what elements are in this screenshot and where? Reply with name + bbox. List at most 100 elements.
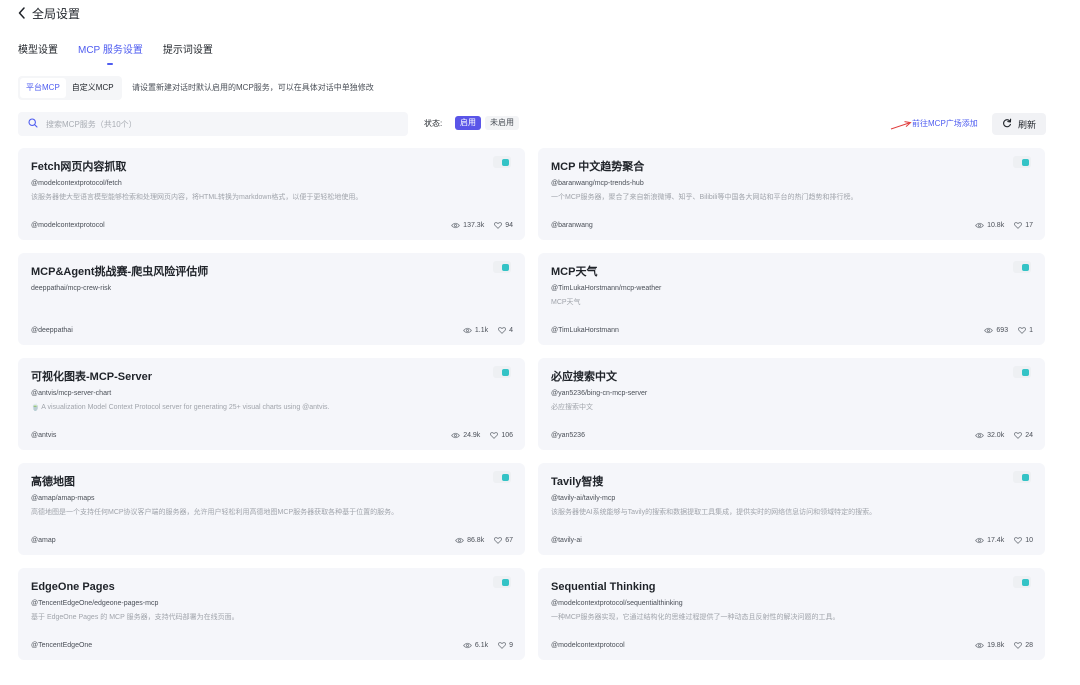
- enable-toggle[interactable]: [1013, 156, 1031, 168]
- heart-icon: [494, 222, 503, 229]
- views-count: 10.8k: [987, 222, 1005, 229]
- tab-mcp-settings[interactable]: MCP 服务设置: [78, 44, 143, 65]
- tab-model-settings[interactable]: 模型设置: [18, 44, 58, 58]
- goto-mcp-square-link[interactable]: 前往MCP广场添加: [912, 119, 978, 129]
- card-title: MCP 中文趋势聚合: [551, 161, 645, 173]
- likes-count: 9: [509, 642, 513, 649]
- likes-count: 106: [501, 432, 513, 439]
- mcp-service-card[interactable]: MCP&Agent挑战赛-爬虫风险评估师 deeppathai/mcp-crew…: [18, 253, 525, 345]
- likes-stat: 10: [1014, 536, 1033, 545]
- chevron-left-icon: [18, 7, 26, 19]
- views-count: 86.8k: [467, 537, 485, 544]
- mcp-source-segmented: 平台MCP 自定义MCP: [18, 76, 122, 100]
- views-count: 24.9k: [463, 432, 481, 439]
- mcp-service-card[interactable]: MCP 中文趋势聚合 @baranwang/mcp-trends-hub 一个M…: [538, 148, 1045, 240]
- status-disabled-chip[interactable]: 未启用: [485, 116, 519, 130]
- card-description: MCP天气: [551, 299, 581, 306]
- toggle-knob: [1022, 158, 1029, 166]
- mcp-service-card[interactable]: Sequential Thinking @modelcontextprotoco…: [538, 568, 1045, 660]
- card-description: 一种MCP服务器实现，它通过结构化的思维过程提供了一种动态且反射性的解决问题的工…: [551, 614, 840, 621]
- views-count: 693: [996, 327, 1009, 334]
- mcp-service-card[interactable]: Tavily智搜 @tavily-ai/tavily-mcp 该服务器使AI系统…: [538, 463, 1045, 555]
- eye-icon: [455, 537, 465, 544]
- card-title: 可视化图表-MCP-Server: [31, 371, 153, 383]
- page-title: 全局设置: [32, 6, 81, 21]
- toggle-knob: [502, 578, 509, 586]
- card-author: @tavily-ai: [551, 537, 582, 544]
- mcp-service-card[interactable]: MCP天气 @TimLukaHorstmann/mcp-weather MCP天…: [538, 253, 1045, 345]
- card-description: 该服务器使大型语言模型能够检索和处理网页内容，将HTML转换为markdown格…: [31, 194, 363, 201]
- back-button[interactable]: 全局设置: [18, 5, 80, 21]
- tab-mcp-settings-label: MCP 服务设置: [78, 45, 143, 56]
- heart-icon: [498, 327, 507, 334]
- views-stat: 32.0k: [975, 431, 1004, 440]
- views-stat: 86.8k: [455, 536, 484, 545]
- likes-stat: 106: [490, 431, 513, 440]
- subtab-platform-mcp[interactable]: 平台MCP: [20, 78, 66, 98]
- card-author: @baranwang: [551, 222, 593, 229]
- likes-count: 24: [1025, 432, 1033, 439]
- card-package-id: @modelcontextprotocol/fetch: [31, 180, 122, 187]
- card-package-id: @amap/amap-maps: [31, 495, 95, 502]
- tab-prompt-settings[interactable]: 提示词设置: [163, 44, 213, 58]
- mcp-service-card[interactable]: EdgeOne Pages @TencentEdgeOne/edgeone-pa…: [18, 568, 525, 660]
- card-title: MCP&Agent挑战赛-爬虫风险评估师: [31, 266, 209, 278]
- heart-icon: [1014, 537, 1023, 544]
- enable-toggle[interactable]: [493, 261, 511, 273]
- enable-toggle[interactable]: [1013, 576, 1031, 588]
- subtab-custom-mcp[interactable]: 自定义MCP: [66, 78, 120, 98]
- mcp-service-card[interactable]: 必应搜索中文 @yan5236/bing-cn-mcp-server 必应搜索中…: [538, 358, 1045, 450]
- refresh-icon: [1002, 118, 1012, 130]
- likes-count: 94: [505, 222, 513, 229]
- likes-count: 17: [1025, 222, 1033, 229]
- mcp-service-card[interactable]: 可视化图表-MCP-Server @antvis/mcp-server-char…: [18, 358, 525, 450]
- card-description: 基于 EdgeOne Pages 的 MCP 服务器，支持代码部署为在线页面。: [31, 614, 239, 621]
- search-input[interactable]: [46, 119, 376, 129]
- views-stat: 6.1k: [462, 641, 489, 650]
- heart-icon: [490, 432, 499, 439]
- card-author: @antvis: [31, 432, 57, 439]
- card-stats: 19.8k 28: [975, 641, 1033, 650]
- mcp-default-hint: 请设置新建对话时默认启用的MCP服务，可以在具体对话中单独修改: [132, 83, 374, 92]
- toggle-knob: [1022, 368, 1029, 376]
- heart-icon: [1014, 642, 1023, 649]
- enable-toggle[interactable]: [1013, 261, 1031, 273]
- toggle-knob: [1022, 473, 1029, 481]
- views-count: 19.8k: [987, 642, 1005, 649]
- enable-toggle[interactable]: [1013, 471, 1031, 483]
- mcp-service-grid: Fetch网页内容抓取 @modelcontextprotocol/fetch …: [18, 148, 1045, 660]
- likes-count: 4: [509, 327, 513, 334]
- card-package-id: @TencentEdgeOne/edgeone-pages-mcp: [31, 600, 159, 607]
- views-stat: 137.3k: [451, 221, 484, 230]
- enable-toggle[interactable]: [493, 366, 511, 378]
- card-title: MCP天气: [551, 266, 598, 278]
- refresh-button[interactable]: 刷新: [992, 113, 1046, 135]
- toggle-knob: [1022, 263, 1029, 271]
- enable-toggle[interactable]: [493, 156, 511, 168]
- heart-icon: [1014, 222, 1023, 229]
- mcp-service-card[interactable]: Fetch网页内容抓取 @modelcontextprotocol/fetch …: [18, 148, 525, 240]
- toggle-knob: [502, 158, 509, 166]
- card-stats: 86.8k 67: [455, 536, 513, 545]
- likes-count: 1: [1029, 327, 1033, 334]
- card-title: 必应搜索中文: [551, 371, 617, 383]
- views-count: 6.1k: [474, 642, 489, 649]
- settings-tabs: 模型设置 MCP 服务设置 提示词设置: [18, 44, 213, 65]
- card-package-id: @tavily-ai/tavily-mcp: [551, 495, 616, 502]
- card-author: @modelcontextprotocol: [551, 642, 625, 649]
- heart-icon: [1014, 432, 1023, 439]
- card-stats: 137.3k 94: [451, 221, 513, 230]
- views-stat: 19.8k: [975, 641, 1004, 650]
- status-enabled-chip[interactable]: 启用: [455, 116, 481, 130]
- mcp-service-card[interactable]: 高德地图 @amap/amap-maps 高德地图是一个支持任何MCP协议客户端…: [18, 463, 525, 555]
- likes-count: 67: [505, 537, 513, 544]
- card-package-id: deeppathai/mcp-crew-risk: [31, 285, 112, 292]
- eye-icon: [975, 537, 985, 544]
- views-count: 1.1k: [474, 327, 489, 334]
- enable-toggle[interactable]: [493, 471, 511, 483]
- card-author: @amap: [31, 537, 56, 544]
- likes-stat: 4: [498, 326, 513, 335]
- card-title: Sequential Thinking: [551, 581, 656, 593]
- enable-toggle[interactable]: [1013, 366, 1031, 378]
- enable-toggle[interactable]: [493, 576, 511, 588]
